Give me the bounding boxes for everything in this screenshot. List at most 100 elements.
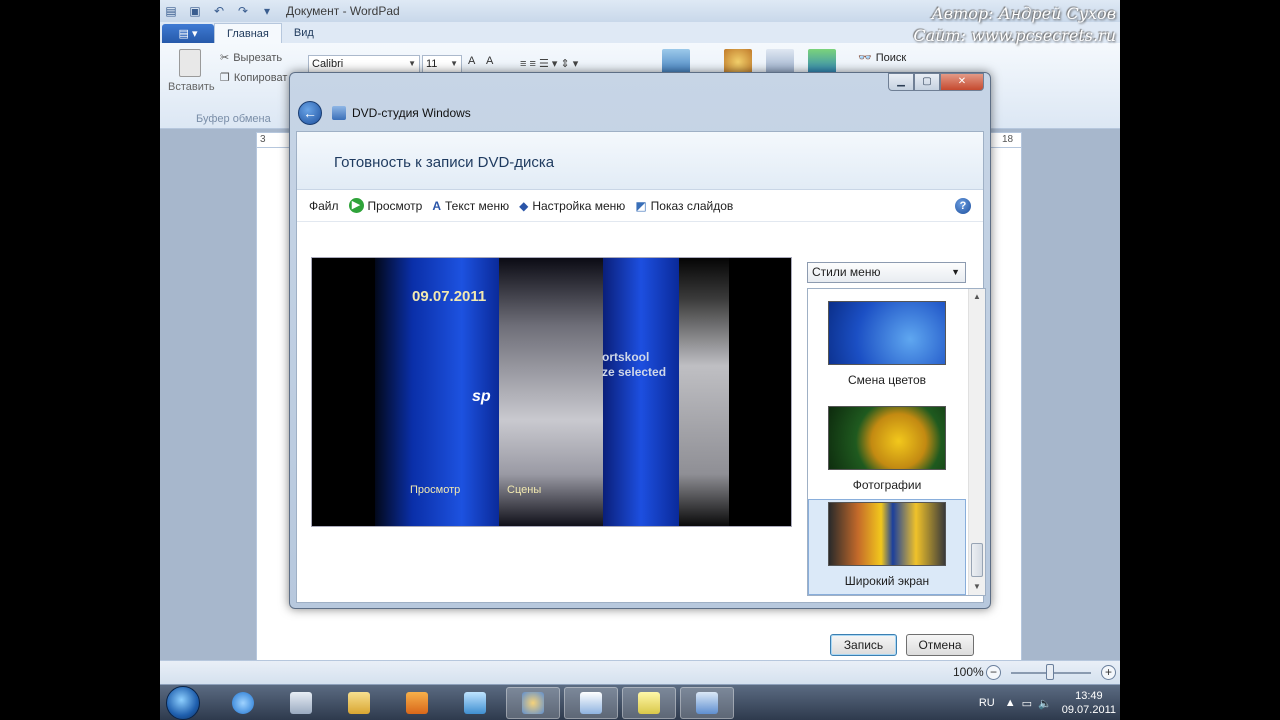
style-label: Смена цветов [847,373,927,387]
zoom-in-button[interactable]: + [1101,665,1116,680]
clock-date: 09.07.2011 [1061,704,1116,716]
language-indicator[interactable]: RU [979,697,995,709]
save-icon[interactable]: ▣ [188,4,202,18]
taskbar-app-5[interactable] [448,687,502,719]
preview-gray-band [679,258,729,526]
preview-menu-scenes[interactable]: Сцены [507,484,541,496]
cancel-button[interactable]: Отмена [906,634,974,656]
font-size-value: 11 [426,58,438,70]
clock[interactable]: 13:49 09.07.2011 [1062,689,1116,717]
dvd-maker-icon [332,106,346,120]
taskbar-ie[interactable] [216,687,270,719]
minimize-button[interactable]: ▁ [888,73,914,91]
cut-label: Вырезать [233,51,283,64]
menu-text-label: Текст меню [445,198,510,213]
chevron-down-icon: ▼ [951,267,960,277]
shrink-font-button[interactable]: A [486,55,493,67]
preview-blue-band-right [603,258,679,526]
wordpad-window-title: Документ - WordPad [286,4,400,18]
taskbar-paint[interactable] [506,687,560,719]
file-menu[interactable]: Файл [309,199,339,213]
preview-date: 09.07.2011 [412,288,487,305]
window-controls: ▁ ▢ ✕ [888,73,984,91]
customize-qat-icon[interactable]: ▾ [260,4,274,18]
taskbar-wordpad[interactable] [564,687,618,719]
scroll-down-arrow[interactable]: ▼ [969,579,985,595]
grow-font-button[interactable]: A [468,55,475,67]
start-button[interactable] [166,686,200,720]
style-label: Фотографии [852,478,922,492]
slideshow-button[interactable]: ◩ Показ слайдов [635,199,733,213]
menu-settings-button[interactable]: ◆ Настройка меню [519,199,625,213]
font-size-select[interactable]: 11 ▼ [422,55,462,73]
show-hidden-icons-icon[interactable]: ▲ [1005,697,1016,709]
cut-button[interactable]: ✂ Вырезать [220,51,283,65]
menu-styles-value: Стили меню [812,265,881,279]
copy-icon: ❐ [220,72,230,84]
back-button[interactable]: ← [298,101,322,125]
preview-label: Просмотр [367,198,423,213]
ruler-right-mark: 18 [1002,134,1014,145]
system-tray: RU ▲ ▭ 🔈 13:49 09.07.2011 [979,685,1116,720]
watermark-site: Сайт: www.pcsecrets.ru [913,26,1116,45]
redo-icon[interactable]: ↷ [236,4,250,18]
slideshow-icon: ◩ [635,198,647,213]
paragraph-icons[interactable]: ≡ ≡ ☰ ▾ ⇕ ▾ [520,57,578,70]
menu-settings-label: Настройка меню [532,198,626,213]
style-item-widescreen[interactable]: Широкий экран [808,499,966,595]
letterbox-left [0,0,160,720]
font-family-value: Calibri [312,58,344,70]
style-item-photos[interactable]: Фотографии [808,394,966,494]
font-family-select[interactable]: Calibri ▼ [308,55,420,73]
help-icon[interactable]: ? [955,198,971,214]
style-thumbnail [828,301,946,365]
letterbox-right [1120,0,1280,720]
scissors-icon: ✂ [220,52,230,64]
sticky-notes-icon [638,692,660,714]
taskbar-media-player[interactable] [390,687,444,719]
copy-label: Копироват [233,71,288,84]
slideshow-label: Показ слайдов [650,198,734,213]
wordpad-app-icon[interactable]: ▤ [164,4,178,18]
network-icon[interactable]: ▭ [1022,697,1032,710]
dialog-navigation: ← DVD-студия Windows [298,101,471,125]
preview-menu-play[interactable]: Просмотр [410,484,460,496]
taskbar-sticky-notes[interactable] [622,687,676,719]
taskbar-explorer[interactable] [332,687,386,719]
media-player-icon [406,692,428,714]
style-item-color-change[interactable]: Смена цветов [808,289,966,389]
taskbar-calculator[interactable] [274,687,328,719]
paste-label: Вставить [168,81,215,93]
styles-scrollbar[interactable]: ▲ ▼ [968,289,985,595]
zoom-slider-thumb[interactable] [1046,664,1054,680]
tab-home[interactable]: Главная [214,23,282,44]
file-menu-button[interactable]: ▤ ▾ [162,24,214,44]
calculator-icon [290,692,312,714]
copy-button[interactable]: ❐ Копироват [220,71,288,85]
taskbar-dvd-maker[interactable] [680,687,734,719]
close-button[interactable]: ✕ [940,73,984,91]
app-icon [464,692,486,714]
scrollbar-thumb[interactable] [971,543,983,577]
ruler-left-mark: 3 [260,134,266,145]
maximize-button[interactable]: ▢ [914,73,940,91]
zoom-level: 100% [953,665,984,679]
dialog-header: Готовность к записи DVD-диска [297,132,983,190]
volume-icon[interactable]: 🔈 [1038,697,1052,710]
undo-icon[interactable]: ↶ [212,4,226,18]
zoom-out-button[interactable]: − [986,665,1001,680]
clipboard-group-label: Буфер обмена [196,113,271,125]
burn-button[interactable]: Запись [830,634,897,656]
menu-preview: 09.07.2011 ortskool ze selected sp Просм… [311,257,792,527]
menu-styles-select[interactable]: Стили меню ▼ [807,262,966,283]
dvd-maker-icon [696,692,718,714]
find-button[interactable]: 👓 Поиск [858,51,906,65]
scroll-up-arrow[interactable]: ▲ [969,289,985,305]
text-icon: A [432,198,441,213]
menu-text-button[interactable]: A Текст меню [432,199,509,213]
paste-button[interactable]: Вставить [168,49,215,93]
customize-menu-icon: ◆ [519,198,529,213]
preview-button[interactable]: ▶ Просмотр [348,198,423,213]
file-label: Файл [309,198,339,213]
tab-view[interactable]: Вид [282,23,326,44]
